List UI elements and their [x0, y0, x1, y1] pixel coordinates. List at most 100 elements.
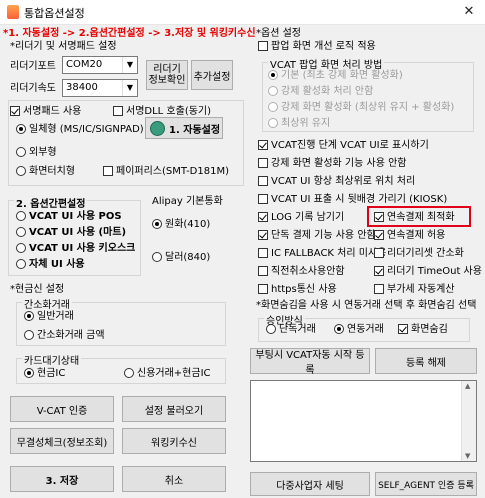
- option-kiosk-background[interactable]: VCAT UI 표출 시 뒷배경 가리기 (KIOSK): [258, 194, 447, 206]
- checkbox: [258, 140, 268, 150]
- option-label: IC FALLBACK 처리 미사용: [271, 248, 387, 259]
- card-option-cash-ic[interactable]: 현금IC: [24, 368, 65, 380]
- option-label: VCAT진행 단계 VCAT UI로 표시하기: [271, 140, 429, 151]
- scroll-up-icon[interactable]: ▲: [465, 382, 470, 390]
- radio: [268, 70, 278, 80]
- log-textarea[interactable]: ▲ ▼: [250, 380, 477, 462]
- hide-screen-checkbox[interactable]: 화면숨김: [398, 324, 448, 336]
- sign-dll-label: 서명DLL 호출(동기): [126, 106, 212, 117]
- sign-option-touch[interactable]: 화면터치형: [16, 166, 75, 178]
- option-label: 단독 결제 기능 사용 안함: [271, 230, 376, 241]
- option-vat-auto[interactable]: 부가세 자동계산: [374, 284, 455, 296]
- checkbox: [374, 248, 384, 258]
- multi-business-button[interactable]: 다중사업자 세팅: [250, 472, 370, 496]
- option-no-standalone[interactable]: 단독 결제 기능 사용 안함: [258, 230, 376, 242]
- radio: [16, 166, 26, 176]
- close-icon[interactable]: ✕: [459, 3, 479, 21]
- simple-option-mart[interactable]: VCAT UI 사용 (마트): [16, 227, 126, 239]
- popup-logic-checkbox[interactable]: 팝업 화면 개선 로직 적용: [258, 41, 376, 53]
- option-label: 리더기 TimeOut 사용: [387, 266, 482, 277]
- radio: [124, 368, 134, 378]
- option-reader-reset[interactable]: 리더기리셋 간소화: [374, 248, 464, 260]
- auto-setup-button[interactable]: 1. 자동설정: [145, 117, 223, 139]
- popup-method-option-label: 강제 화면 활성화 (최상위 유지 + 활성화): [281, 102, 455, 113]
- register-cancel-button[interactable]: 등록 해제: [375, 348, 477, 374]
- popup-method-label: VCAT 팝업 화면 처리 방법: [268, 56, 385, 71]
- option-label: 연속결제 허용: [387, 230, 446, 241]
- option-no-force-activate[interactable]: 강제 화면 활성화 기능 사용 안함: [258, 158, 407, 170]
- alipay-option-usd[interactable]: 달러(840): [152, 252, 210, 264]
- reader-info-button[interactable]: 리더기 정보확인: [146, 60, 188, 90]
- popup-method-topmost[interactable]: 최상위 유지: [268, 118, 330, 130]
- checkbox: [258, 266, 268, 276]
- app-icon: [7, 5, 19, 19]
- integrity-check-button[interactable]: 무결성체크(정보조회): [10, 428, 114, 454]
- option-label: 직전취소사용안함: [271, 266, 345, 277]
- approval-option-standalone[interactable]: 단독거래: [266, 324, 316, 336]
- cash-option-label: 간소화거래 금액: [37, 330, 105, 341]
- working-key-button[interactable]: 워킹키수신: [122, 428, 226, 454]
- popup-method-none[interactable]: 강제 활성화 처리 안함: [268, 86, 373, 98]
- boot-register-button[interactable]: 부팅시 VCAT자동 시작 등록: [250, 348, 370, 376]
- simple-setup-label: 2. 옵션간편설정: [14, 195, 88, 210]
- add-settings-button[interactable]: 추가설정: [191, 60, 233, 90]
- popup-method-force[interactable]: 강제 화면 활성화 (최상위 유지 + 활성화): [268, 102, 454, 114]
- option-no-prev-cancel[interactable]: 직전취소사용안함: [258, 266, 345, 278]
- radio: [266, 324, 276, 334]
- paperless-checkbox[interactable]: 페이퍼리스(SMT-D181M): [103, 166, 229, 178]
- simple-option-own-ui[interactable]: 자체 UI 사용: [16, 259, 85, 271]
- port-select[interactable]: COM20 ▼: [62, 56, 138, 74]
- checkbox: [374, 230, 384, 240]
- sign-option-external[interactable]: 외부형: [16, 147, 57, 159]
- speed-select[interactable]: 38400 ▼: [62, 79, 138, 97]
- auto-setup-label: 1. 자동설정: [169, 124, 221, 136]
- scroll-down-icon[interactable]: ▼: [465, 452, 470, 460]
- radio: [268, 118, 278, 128]
- cancel-button[interactable]: 취소: [122, 466, 226, 492]
- checkbox: [10, 106, 20, 116]
- cash-option-normal[interactable]: 일반거래: [24, 311, 74, 323]
- option-label: 강제 화면 활성화 기능 사용 안함: [271, 158, 407, 169]
- option-vcat-ui-step[interactable]: VCAT진행 단계 VCAT UI로 표시하기: [258, 140, 429, 152]
- checkbox: [103, 166, 113, 176]
- approval-option-label: 단독거래: [279, 324, 316, 335]
- card-option-credit-cash-ic[interactable]: 신용거래+현금IC: [124, 368, 211, 380]
- port-value: COM20: [66, 59, 103, 70]
- radio: [334, 324, 344, 334]
- chevron-down-icon: ▼: [122, 80, 137, 96]
- cash-option-label: 일반거래: [37, 311, 74, 322]
- sign-use-checkbox[interactable]: 서명패드 사용: [10, 106, 85, 118]
- save-button[interactable]: 3. 저장: [10, 466, 114, 492]
- alipay-option-krw[interactable]: 원화(410): [152, 219, 210, 231]
- checkbox: [258, 248, 268, 258]
- sign-option-integrated[interactable]: 일체형 (MS/IC/SIGNPAD): [16, 124, 144, 136]
- cash-option-simple-amount[interactable]: 간소화거래 금액: [24, 330, 105, 342]
- option-ic-fallback[interactable]: IC FALLBACK 처리 미사용: [258, 248, 386, 260]
- option-continuous-allow[interactable]: 연속결제 허용: [374, 230, 445, 242]
- simple-option-label: VCAT UI 사용 POS: [29, 211, 122, 222]
- option-always-topmost[interactable]: VCAT UI 항상 최상위로 위치 처리: [258, 176, 415, 188]
- sign-use-label: 서명패드 사용: [23, 106, 82, 117]
- simple-option-pos[interactable]: VCAT UI 사용 POS: [16, 211, 122, 223]
- vcat-auth-button[interactable]: V-CAT 인증: [10, 396, 114, 422]
- approval-option-linked[interactable]: 연동거래: [334, 324, 384, 336]
- paperless-label: 페이퍼리스(SMT-D181M): [116, 166, 229, 177]
- load-settings-button[interactable]: 설정 불러오기: [122, 396, 226, 422]
- option-label: VCAT UI 항상 최상위로 위치 처리: [271, 176, 416, 187]
- option-log[interactable]: LOG 기록 남기기: [258, 212, 344, 224]
- checkbox: [258, 176, 268, 186]
- option-label: 리더기리셋 간소화: [387, 248, 464, 259]
- scrollbar[interactable]: ▲ ▼: [461, 381, 476, 461]
- card-option-label: 신용거래+현금IC: [137, 368, 211, 379]
- checkbox: [258, 41, 268, 51]
- alipay-label: Alipay 기본통화: [152, 196, 223, 207]
- options-label: *옵션 설정: [256, 28, 301, 39]
- popup-method-default[interactable]: 기본 (최초 강제 화면 활성화): [268, 70, 403, 82]
- cash-simple-label: 간소화거래: [22, 296, 72, 311]
- self-agent-button[interactable]: SELF_AGENT 인증 등록: [375, 472, 477, 496]
- radio: [16, 147, 26, 157]
- card-wait-label: 카드대기상태: [22, 352, 82, 367]
- simple-option-kiosk[interactable]: VCAT UI 사용 키오스크: [16, 243, 135, 255]
- option-reader-timeout[interactable]: 리더기 TimeOut 사용: [374, 266, 482, 278]
- option-https[interactable]: https통신 사용: [258, 284, 337, 296]
